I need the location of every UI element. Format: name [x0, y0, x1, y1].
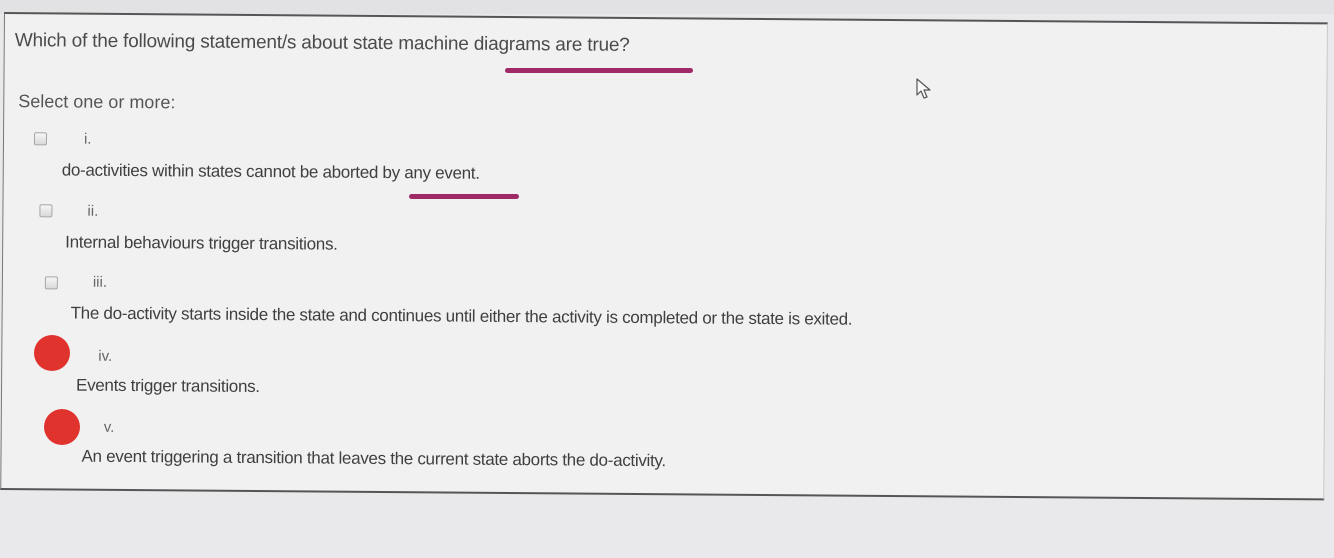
- option-1-text[interactable]: do-activities within states cannot be ab…: [62, 160, 480, 183]
- option-3-checkbox[interactable]: [44, 276, 58, 290]
- underline-aborted-by: [409, 194, 519, 199]
- top-strip: [0, 0, 1334, 14]
- option-1-number: i.: [83, 130, 92, 148]
- option-2-text[interactable]: Internal behaviours trigger transitions.: [65, 232, 338, 254]
- option-5-text[interactable]: An event triggering a transition that le…: [81, 447, 665, 472]
- select-instruction: Select one or more:: [18, 91, 176, 113]
- option-1-checkbox[interactable]: [33, 132, 48, 146]
- option-2-checkbox[interactable]: [39, 204, 53, 218]
- option-5-number: v.: [103, 418, 115, 436]
- option-3-number: iii.: [92, 273, 108, 291]
- option-4-text[interactable]: Events trigger transitions.: [76, 376, 260, 397]
- underline-machine-diagrams: [505, 68, 693, 73]
- red-dot-marker: [34, 335, 70, 371]
- option-3-text[interactable]: The do-activity starts inside the state …: [71, 304, 853, 330]
- option-2-number: ii.: [87, 202, 99, 220]
- mouse-cursor-icon: [916, 78, 931, 99]
- question-panel: Which of the following statement/s about…: [0, 12, 1328, 501]
- red-dot-marker: [44, 409, 80, 445]
- option-4-number: iv.: [98, 347, 113, 365]
- question-prompt: Which of the following statement/s about…: [14, 30, 630, 56]
